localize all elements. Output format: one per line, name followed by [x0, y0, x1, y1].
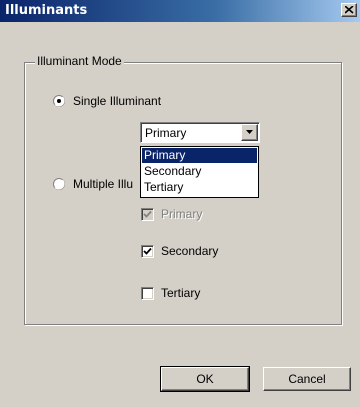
- dropdown-button[interactable]: [241, 124, 258, 141]
- window-title: Illuminants: [5, 3, 88, 18]
- close-icon: [345, 6, 354, 14]
- secondary-checkbox-label[interactable]: Secondary: [161, 244, 218, 258]
- select-value: Primary: [145, 126, 187, 140]
- illuminants-dialog: Illuminants Illuminant Mode Single Illum…: [0, 0, 360, 407]
- check-icon: [143, 247, 152, 255]
- single-illuminant-radio[interactable]: [53, 95, 65, 107]
- group-label: Illuminant Mode: [35, 54, 124, 68]
- tertiary-checkbox-label[interactable]: Tertiary: [161, 286, 200, 300]
- illuminant-select[interactable]: Primary: [140, 122, 260, 143]
- primary-checkbox-label: Primary: [161, 207, 203, 221]
- single-illuminant-label[interactable]: Single Illuminant: [73, 94, 161, 108]
- close-button[interactable]: [341, 3, 357, 17]
- option-primary[interactable]: Primary: [142, 148, 257, 163]
- option-tertiary[interactable]: Tertiary: [142, 180, 257, 195]
- secondary-checkbox[interactable]: [141, 245, 154, 258]
- title-bar[interactable]: Illuminants: [0, 0, 360, 22]
- option-secondary[interactable]: Secondary: [142, 164, 257, 179]
- chevron-down-icon: [246, 130, 253, 134]
- cancel-button[interactable]: Cancel: [263, 367, 351, 391]
- ok-button[interactable]: OK: [160, 366, 250, 392]
- primary-checkbox: [141, 208, 154, 221]
- tertiary-checkbox[interactable]: [141, 287, 154, 300]
- illuminant-options-list: Primary Secondary Tertiary: [140, 146, 259, 198]
- multiple-illuminant-label[interactable]: Multiple Illu: [73, 177, 133, 191]
- check-icon: [143, 210, 152, 218]
- multiple-illuminant-radio[interactable]: [53, 178, 65, 190]
